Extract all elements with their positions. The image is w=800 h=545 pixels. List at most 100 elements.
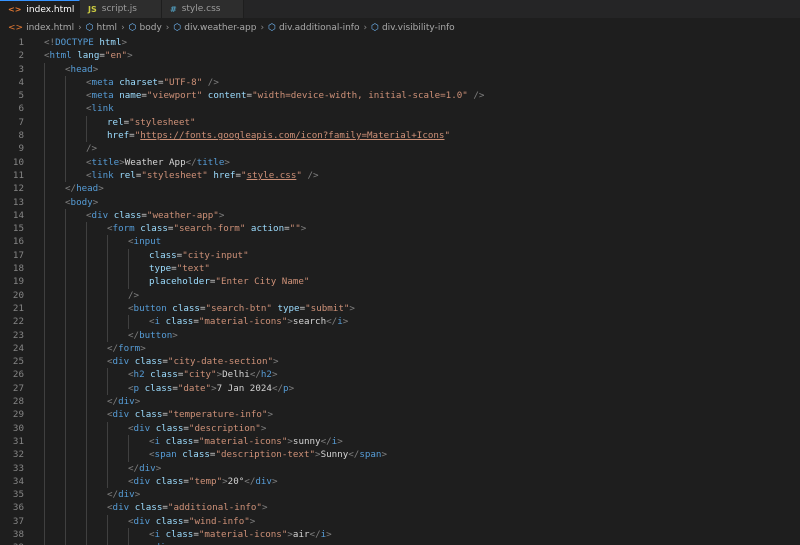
- code-line[interactable]: 33 </div>: [0, 461, 800, 475]
- code-line[interactable]: 18 type="text": [0, 262, 800, 276]
- code-line[interactable]: 1 <!DOCTYPE html>: [0, 36, 800, 49]
- code-line[interactable]: 25 <div class="city-date-section">: [0, 355, 800, 369]
- code-line[interactable]: 32 <span class="description-text">Sunny</…: [0, 448, 800, 462]
- code-text: rel="stylesheet": [107, 116, 196, 129]
- code-text: </button>: [128, 329, 178, 342]
- code-line[interactable]: 26 <h2 class="city">Delhi</h2>: [0, 368, 800, 382]
- code-token: span: [154, 449, 177, 461]
- indent-guide: [65, 89, 66, 103]
- indent-guide: [107, 275, 108, 289]
- code-line[interactable]: 27 <p class="date">7 Jan 2024</p>: [0, 381, 800, 396]
- code-line[interactable]: 3 <head>: [0, 62, 800, 76]
- code-line[interactable]: 19 placeholder="Enter City Name": [0, 275, 800, 289]
- code-line[interactable]: 34 <div class="temp">20°</div>: [0, 474, 800, 489]
- code-line[interactable]: 15 <form class="search-form" action="">: [0, 222, 800, 236]
- code-line[interactable]: 9 />: [0, 142, 800, 156]
- code-line[interactable]: 24 </form>: [0, 341, 800, 356]
- code-token: >: [224, 156, 230, 168]
- indent-guide: [44, 448, 45, 462]
- code-token: "search-form": [173, 223, 246, 235]
- code-line[interactable]: 14 <div class="weather-app">: [0, 208, 800, 223]
- code-token: >: [271, 369, 278, 381]
- indent-guide: [65, 501, 66, 515]
- code-token: >: [249, 515, 256, 527]
- code-token: div: [91, 209, 109, 221]
- code-line[interactable]: 11 <link rel="stylesheet" href="style.css…: [0, 168, 800, 183]
- code-line[interactable]: 7 rel="stylesheet": [0, 115, 800, 130]
- code-token: "material-icons": [198, 316, 288, 328]
- indent-guide: [65, 235, 66, 249]
- line-number: 13: [12, 196, 24, 208]
- code-line[interactable]: 35 </div>: [0, 488, 800, 502]
- code-token: />: [473, 90, 485, 102]
- line-number: 2: [18, 50, 24, 62]
- line-number: 32: [12, 449, 24, 461]
- breadcrumb-item-body[interactable]: ⬡ body: [129, 23, 162, 33]
- code-text: <html lang="en">: [44, 49, 133, 62]
- code-line[interactable]: 22 <i class="material-icons">search</i>: [0, 315, 800, 329]
- code-line[interactable]: 37 <div class="wind-info">: [0, 514, 800, 528]
- breadcrumb-item-weather-app[interactable]: ⬡ div.weather-app: [173, 23, 256, 33]
- code-line[interactable]: 36 <div class="additional-info">: [0, 501, 800, 515]
- code-line[interactable]: 12 </head>: [0, 182, 800, 196]
- code-token: "stylesheet": [141, 169, 208, 181]
- code-line[interactable]: 20 />: [0, 288, 800, 302]
- code-line[interactable]: 5 <meta name="viewport" content="width=de…: [0, 89, 800, 103]
- indent-guide: [86, 474, 87, 489]
- code-line[interactable]: 13 <body>: [0, 195, 800, 209]
- code-line[interactable]: 28 </div>: [0, 395, 800, 409]
- line-number: 4: [18, 76, 24, 88]
- code-line[interactable]: 2 <html lang="en">: [0, 49, 800, 62]
- code-line[interactable]: 21 <button class="search-btn" type="submi…: [0, 301, 800, 316]
- breadcrumb-item-html[interactable]: ⬡ html: [86, 23, 117, 33]
- indent-guide: [44, 142, 45, 156]
- code-line[interactable]: 10 <title>Weather App</title>: [0, 155, 800, 169]
- code-line[interactable]: 16 <input: [0, 235, 800, 249]
- code-line[interactable]: 39 <div>: [0, 541, 800, 545]
- breadcrumb-item-visibility-info[interactable]: ⬡ div.visibility-info: [371, 23, 455, 33]
- code-token: >: [342, 316, 349, 328]
- indent-guide: [44, 102, 45, 116]
- code-line[interactable]: 23 </button>: [0, 328, 800, 342]
- indent-guide: [128, 434, 129, 449]
- code-text: <link: [86, 102, 114, 115]
- code-token: >: [134, 396, 141, 408]
- code-line[interactable]: 38 <i class="material-icons">air</i>: [0, 527, 800, 542]
- line-number: 27: [12, 382, 24, 394]
- code-line[interactable]: 31 <i class="material-icons">sunny</i>: [0, 434, 800, 449]
- indent-guide: [107, 541, 108, 545]
- code-line[interactable]: 17 class="city-input": [0, 248, 800, 263]
- tab-style-css[interactable]: # style.css: [162, 0, 244, 18]
- indent-guide: [86, 527, 87, 542]
- breadcrumb-item-additional-info[interactable]: ⬡ div.additional-info: [268, 23, 359, 33]
- css-file-icon: #: [170, 4, 177, 14]
- code-token: class: [165, 316, 194, 328]
- code-text: </div>: [107, 395, 140, 408]
- tab-index-html[interactable]: <> index.html ×: [0, 0, 92, 18]
- indent-guide: [44, 315, 45, 329]
- code-editor[interactable]: 1 <!DOCTYPE html> 2 <html lang="en"> 3 <head>…: [0, 36, 800, 545]
- indent-guide: [44, 182, 45, 196]
- code-line[interactable]: 4 <meta charset="UTF-8" />: [0, 75, 800, 90]
- code-line[interactable]: 30 <div class="description">: [0, 421, 800, 435]
- code-token: div: [133, 475, 151, 487]
- code-token: type: [149, 263, 172, 275]
- indent-guide: [65, 448, 66, 462]
- js-file-icon: JS: [88, 4, 97, 14]
- code-text: <i class="material-icons">sunny</i>: [149, 435, 343, 448]
- code-line[interactable]: 8 href="https://fonts.googleapis.com/icon…: [0, 129, 800, 143]
- breadcrumb-item-file[interactable]: <> index.html: [8, 23, 74, 33]
- tab-script-js[interactable]: JS script.js: [80, 0, 162, 18]
- indent-guide: [86, 275, 87, 289]
- element-icon: ⬡: [85, 23, 94, 33]
- html-file-icon: <>: [8, 23, 24, 33]
- code-line[interactable]: 29 <div class="temperature-info">: [0, 408, 800, 422]
- code-text: <div class="wind-info">: [128, 515, 255, 528]
- code-token: type: [277, 302, 300, 314]
- line-number: 6: [18, 103, 24, 115]
- indent-guide: [44, 129, 45, 143]
- code-line[interactable]: 6 <link: [0, 102, 800, 116]
- code-token: />: [128, 289, 140, 301]
- indent-guide: [65, 421, 66, 435]
- line-number: 33: [12, 462, 24, 474]
